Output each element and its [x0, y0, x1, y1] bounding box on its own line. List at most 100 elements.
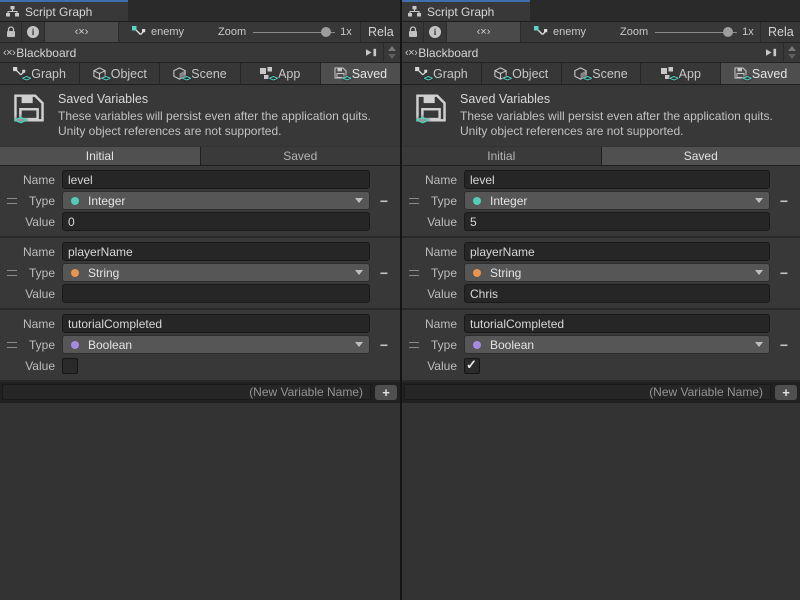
- drag-handle-icon[interactable]: [7, 198, 17, 204]
- variable-row-playername: Name Type String Value: [402, 238, 800, 310]
- saved-variables-desc-line2: Unity object references are not supporte…: [460, 124, 773, 139]
- dock-button[interactable]: [361, 43, 383, 62]
- scene-icon: <>: [574, 67, 588, 80]
- variables-toggle-button[interactable]: ‹×›: [45, 22, 119, 42]
- boolean-value-checkbox[interactable]: [62, 358, 78, 374]
- tab-saved[interactable]: <> Saved: [721, 63, 800, 84]
- tab-script-graph[interactable]: Script Graph: [0, 0, 128, 21]
- variables-list: Name Type Integer Value: [0, 166, 400, 382]
- variable-value-input[interactable]: [464, 212, 770, 231]
- lock-button[interactable]: [0, 22, 22, 42]
- chevron-down-icon: [355, 342, 363, 347]
- lock-button[interactable]: [402, 22, 424, 42]
- remove-variable-button[interactable]: −: [376, 264, 392, 282]
- dock-button[interactable]: [761, 43, 783, 62]
- add-variable-button[interactable]: +: [775, 385, 797, 400]
- variable-name-input[interactable]: [62, 314, 370, 333]
- relations-button[interactable]: Rela: [760, 22, 800, 42]
- new-variable-name-input[interactable]: [404, 384, 771, 400]
- chevron-down-icon: [755, 198, 763, 203]
- drag-handle-icon[interactable]: [409, 270, 419, 276]
- code-badge-icon: <>: [669, 74, 677, 84]
- variables-list: Name Type Integer Value: [402, 166, 800, 382]
- variable-name-input[interactable]: [62, 170, 370, 189]
- variables-toggle-button[interactable]: ‹×›: [447, 22, 521, 42]
- drag-handle-icon[interactable]: [7, 342, 17, 348]
- variable-name-input[interactable]: [464, 170, 770, 189]
- variable-type-dropdown[interactable]: Integer: [464, 191, 770, 210]
- boolean-value-checkbox[interactable]: [464, 358, 480, 374]
- tab-app[interactable]: <> App: [641, 63, 720, 84]
- drag-handle-icon[interactable]: [7, 270, 17, 276]
- remove-variable-button[interactable]: −: [376, 336, 392, 354]
- tab-saved-state[interactable]: Saved: [201, 147, 401, 165]
- tab-saved-state[interactable]: Saved: [602, 147, 800, 165]
- variable-type-dropdown[interactable]: Boolean: [464, 335, 770, 354]
- value-label: Value: [402, 359, 464, 373]
- variable-type-dropdown[interactable]: Integer: [62, 191, 370, 210]
- tab-object[interactable]: <> Object: [482, 63, 561, 84]
- tab-scene[interactable]: <> Scene: [562, 63, 641, 84]
- saved-variables-desc-line2: Unity object references are not supporte…: [58, 124, 371, 139]
- add-variable-button[interactable]: +: [375, 385, 397, 400]
- graph-asset-icon: [534, 26, 548, 38]
- variable-type-dropdown[interactable]: String: [464, 263, 770, 282]
- variable-name-input[interactable]: [464, 242, 770, 261]
- variable-value-input[interactable]: [62, 212, 370, 231]
- remove-variable-button[interactable]: −: [776, 264, 792, 282]
- name-label: Name: [0, 173, 62, 187]
- value-label: Value: [0, 359, 62, 373]
- chevron-down-icon: [755, 270, 763, 275]
- saved-variables-floppy-icon: <>: [13, 93, 45, 125]
- tab-saved[interactable]: <> Saved: [321, 63, 400, 84]
- relations-button[interactable]: Rela: [360, 22, 400, 42]
- variable-name-input[interactable]: [62, 242, 370, 261]
- scroll-down-icon[interactable]: [788, 54, 796, 59]
- tab-initial[interactable]: Initial: [402, 147, 601, 165]
- remove-variable-button[interactable]: −: [376, 192, 392, 210]
- chevron-down-icon: [355, 270, 363, 275]
- script-graph-panel-left: Script Graph i ‹×› enemy Zoom: [0, 0, 400, 600]
- scroll-down-icon[interactable]: [388, 54, 396, 59]
- info-button[interactable]: i: [424, 22, 447, 42]
- tab-graph[interactable]: <> Graph: [0, 63, 79, 84]
- type-dot-icon: [71, 269, 79, 277]
- blackboard-empty-area: [402, 402, 800, 600]
- variable-value-input[interactable]: [62, 284, 370, 303]
- blackboard-empty-area: [0, 402, 400, 600]
- tab-initial[interactable]: Initial: [0, 147, 200, 165]
- scroll-arrows: [383, 43, 400, 62]
- variable-type-dropdown[interactable]: String: [62, 263, 370, 282]
- info-button[interactable]: i: [22, 22, 45, 42]
- drag-handle-icon[interactable]: [409, 198, 419, 204]
- code-badge-icon: <>: [269, 74, 277, 84]
- zoom-slider-handle[interactable]: [321, 27, 331, 37]
- zoom-slider[interactable]: [253, 27, 335, 37]
- drag-handle-icon[interactable]: [409, 342, 419, 348]
- saved-variables-desc-line1: These variables will persist even after …: [460, 109, 773, 124]
- sitemap-icon: [6, 6, 19, 17]
- saved-variables-header: <> Saved Variables These variables will …: [402, 85, 800, 146]
- remove-variable-button[interactable]: −: [776, 336, 792, 354]
- graph-icon: <>: [415, 67, 429, 80]
- scroll-up-icon[interactable]: [788, 46, 796, 51]
- new-variable-row: +: [0, 382, 400, 402]
- blackboard-icon: ‹×›: [3, 47, 15, 59]
- tab-app[interactable]: <> App: [241, 63, 320, 84]
- new-variable-name-input[interactable]: [2, 384, 371, 400]
- zoom-slider-handle[interactable]: [723, 27, 733, 37]
- variable-value-input[interactable]: [464, 284, 770, 303]
- tab-graph[interactable]: <> Graph: [402, 63, 481, 84]
- code-badge-icon: <>: [101, 74, 109, 84]
- tab-object[interactable]: <> Object: [80, 63, 159, 84]
- tab-script-graph[interactable]: Script Graph: [402, 0, 530, 21]
- scroll-up-icon[interactable]: [388, 46, 396, 51]
- lock-icon: [6, 26, 16, 38]
- remove-variable-button[interactable]: −: [776, 192, 792, 210]
- variable-name-input[interactable]: [464, 314, 770, 333]
- tab-scene[interactable]: <> Scene: [160, 63, 239, 84]
- graph-reference[interactable]: enemy: [132, 26, 184, 38]
- zoom-slider[interactable]: [655, 27, 737, 37]
- variable-type-dropdown[interactable]: Boolean: [62, 335, 370, 354]
- graph-reference[interactable]: enemy: [534, 26, 586, 38]
